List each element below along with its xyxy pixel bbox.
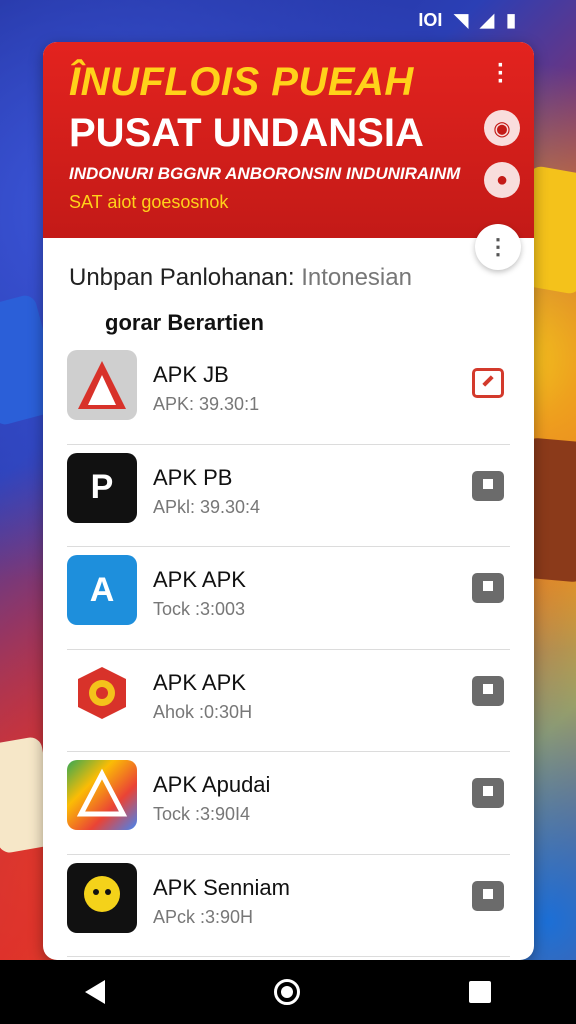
download-checkbox[interactable] [472,880,504,911]
status-bar: IOI ◥ ◢ ▮ [0,0,576,40]
download-checkbox[interactable] [472,573,504,603]
header-line-2: SAT aiot goesosnok [69,192,229,212]
more-options-icon[interactable]: ⋮ [475,224,521,270]
card-header: ÎNUFLOIS PUEAH PUSAT UNDANSIA INDONURI B… [43,42,534,238]
download-checkbox[interactable] [472,778,504,808]
red-swirl-icon [67,657,137,728]
recent-apps-icon[interactable] [469,981,492,1003]
colorful-triangle-icon [67,760,137,830]
app-name: APK Apudai [153,772,271,797]
apk-card: ÎNUFLOIS PUEAH PUSAT UNDANSIA INDONURI B… [43,42,534,960]
download-checkbox[interactable] [472,470,504,501]
p-logo-icon: P [67,452,137,523]
app-name: APK JB [153,362,229,387]
navigation-bar [0,960,576,1024]
app-meta: Tock :3:90I4 [153,804,251,824]
yellow-face-icon [67,862,137,933]
app-name: APK Senniam [153,874,290,900]
section-subtitle: gorar Berartien [105,310,264,335]
app-meta: APck :3:90H [153,906,254,927]
download-checkbox[interactable] [472,675,504,706]
section-title: Unbpan Panlohanan: Intonesian [69,264,412,292]
more-menu-icon[interactable]: · · · [496,54,506,94]
app-list: APK JB APK: 39.30:1 P APK PB APkl: 39.30… [43,342,534,957]
home-icon[interactable] [273,979,300,1005]
battery-icon: ▮ [506,9,516,30]
user-icon[interactable]: ● [484,162,520,198]
back-icon[interactable] [84,980,105,1004]
cell-signal-icon: ◢ [480,9,495,30]
app-name: APK APK [153,567,246,592]
app-meta: APkl: 39.30:4 [153,496,261,517]
red-triangle-icon [67,350,137,420]
list-item[interactable]: A APK APK Tock :3:003 [67,547,510,650]
download-checkbox[interactable] [472,368,504,398]
header-line-1: INDONURI BGGNR ANBORONSIN INDUNIRAINM [69,164,461,183]
status-text: IOI [418,9,443,30]
wifi-icon: ◥ [454,9,469,30]
app-meta: Ahok :0:30H [153,701,253,722]
list-item[interactable]: APK Apudai Tock :3:90I4 [67,752,510,855]
blue-a-icon: A [67,555,137,625]
app-meta: APK: 39.30:1 [153,394,260,414]
shield-icon[interactable]: ◉ [484,110,520,146]
list-item[interactable]: APK APK Ahok :0:30H [67,650,510,752]
list-item[interactable]: APK JB APK: 39.30:1 [67,342,510,445]
list-item[interactable]: APK Senniam APck :3:90H [67,855,510,957]
app-name: APK APK [153,669,246,695]
section-title-muted: Intonesian [301,264,412,291]
app-name: APK PB [153,464,233,490]
header-title: ÎNUFLOIS PUEAH [69,60,414,104]
list-item[interactable]: P APK PB APkl: 39.30:4 [67,445,510,547]
header-subtitle: PUSAT UNDANSIA [69,111,424,155]
app-meta: Tock :3:003 [153,599,246,619]
section-title-main: Unbpan Panlohanan: [69,264,295,291]
